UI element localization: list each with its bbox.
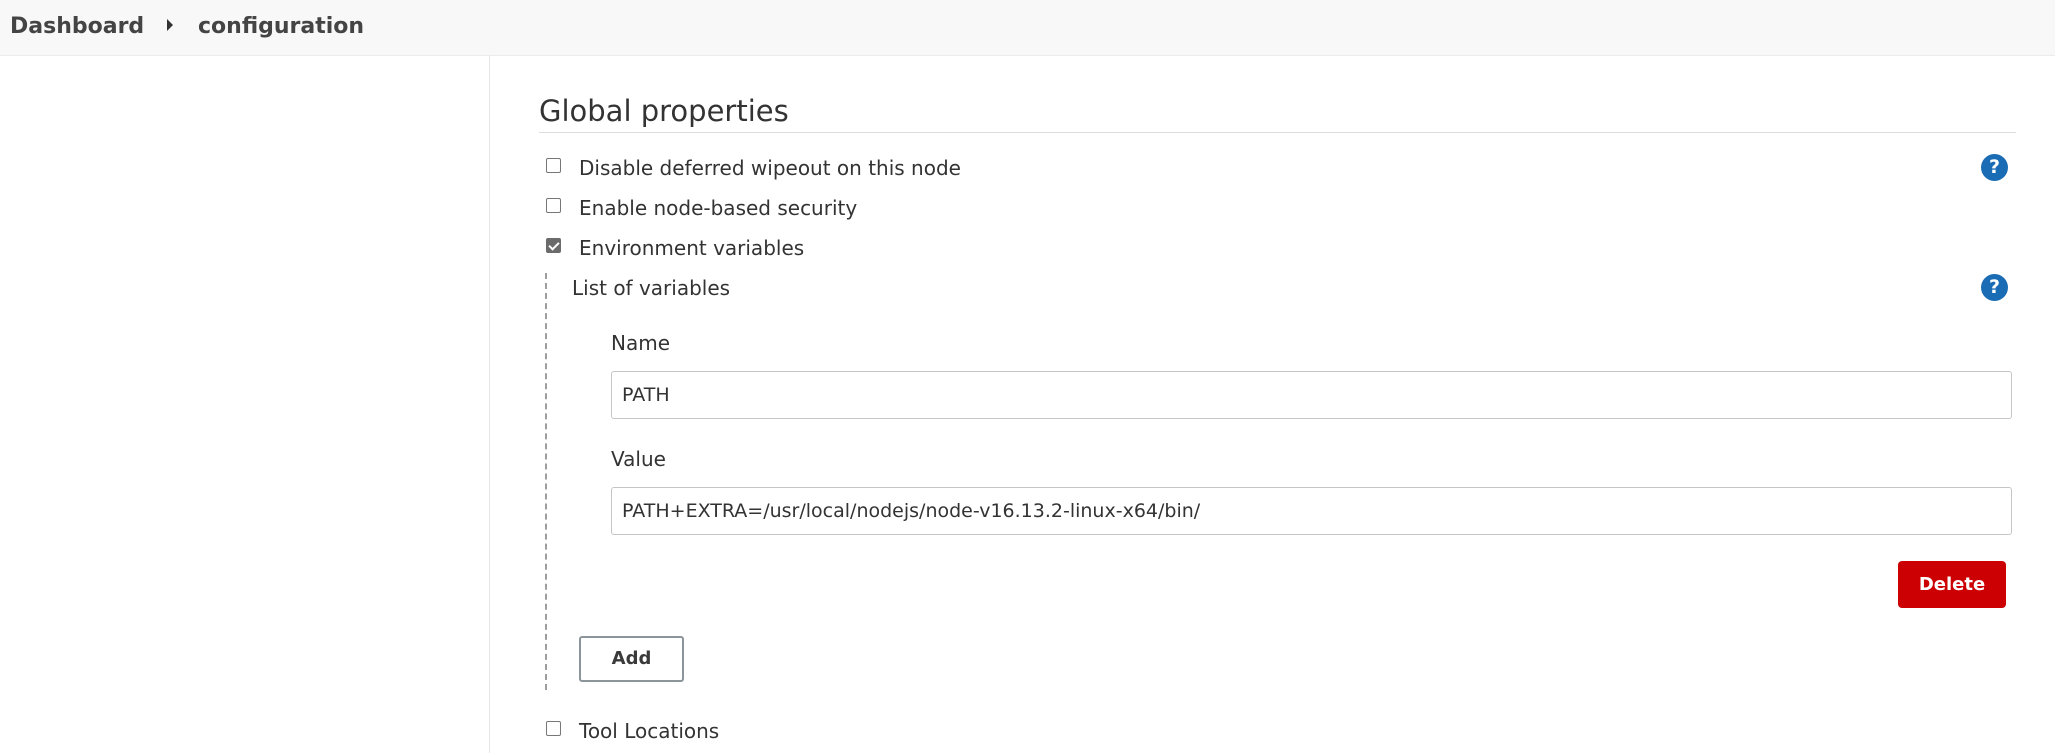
side-panel-divider <box>489 55 490 753</box>
list-of-variables-label: List of variables <box>572 276 731 300</box>
chevron-right-icon[interactable] <box>167 19 173 31</box>
env-var-value-input[interactable]: PATH+EXTRA=/usr/local/nodejs/node-v16.13… <box>611 487 2012 535</box>
add-button[interactable]: Add <box>579 636 684 682</box>
value-field-label: Value <box>611 447 666 471</box>
environment-variables-checkbox[interactable] <box>546 238 561 253</box>
node-security-label[interactable]: Enable node-based security <box>579 195 857 221</box>
breadcrumb-dashboard-link[interactable]: Dashboard <box>10 13 144 41</box>
section-divider <box>539 132 2016 133</box>
section-title: Global properties <box>539 94 789 128</box>
nested-section-indicator <box>545 273 547 690</box>
help-icon[interactable]: ? <box>1981 274 2008 301</box>
tool-locations-label[interactable]: Tool Locations <box>579 718 719 744</box>
environment-variables-label[interactable]: Environment variables <box>579 235 804 261</box>
help-icon[interactable]: ? <box>1981 154 2008 181</box>
breadcrumb-bar: Dashboard configuration <box>0 0 2055 56</box>
disable-wipeout-checkbox[interactable] <box>546 158 561 173</box>
name-field-label: Name <box>611 331 671 355</box>
delete-button[interactable]: Delete <box>1898 561 2006 608</box>
disable-wipeout-label[interactable]: Disable deferred wipeout on this node <box>579 155 961 181</box>
breadcrumb-configuration-link[interactable]: configuration <box>198 13 364 41</box>
env-var-name-input[interactable]: PATH <box>611 371 2012 419</box>
node-security-checkbox[interactable] <box>546 198 561 213</box>
tool-locations-checkbox[interactable] <box>546 721 561 736</box>
